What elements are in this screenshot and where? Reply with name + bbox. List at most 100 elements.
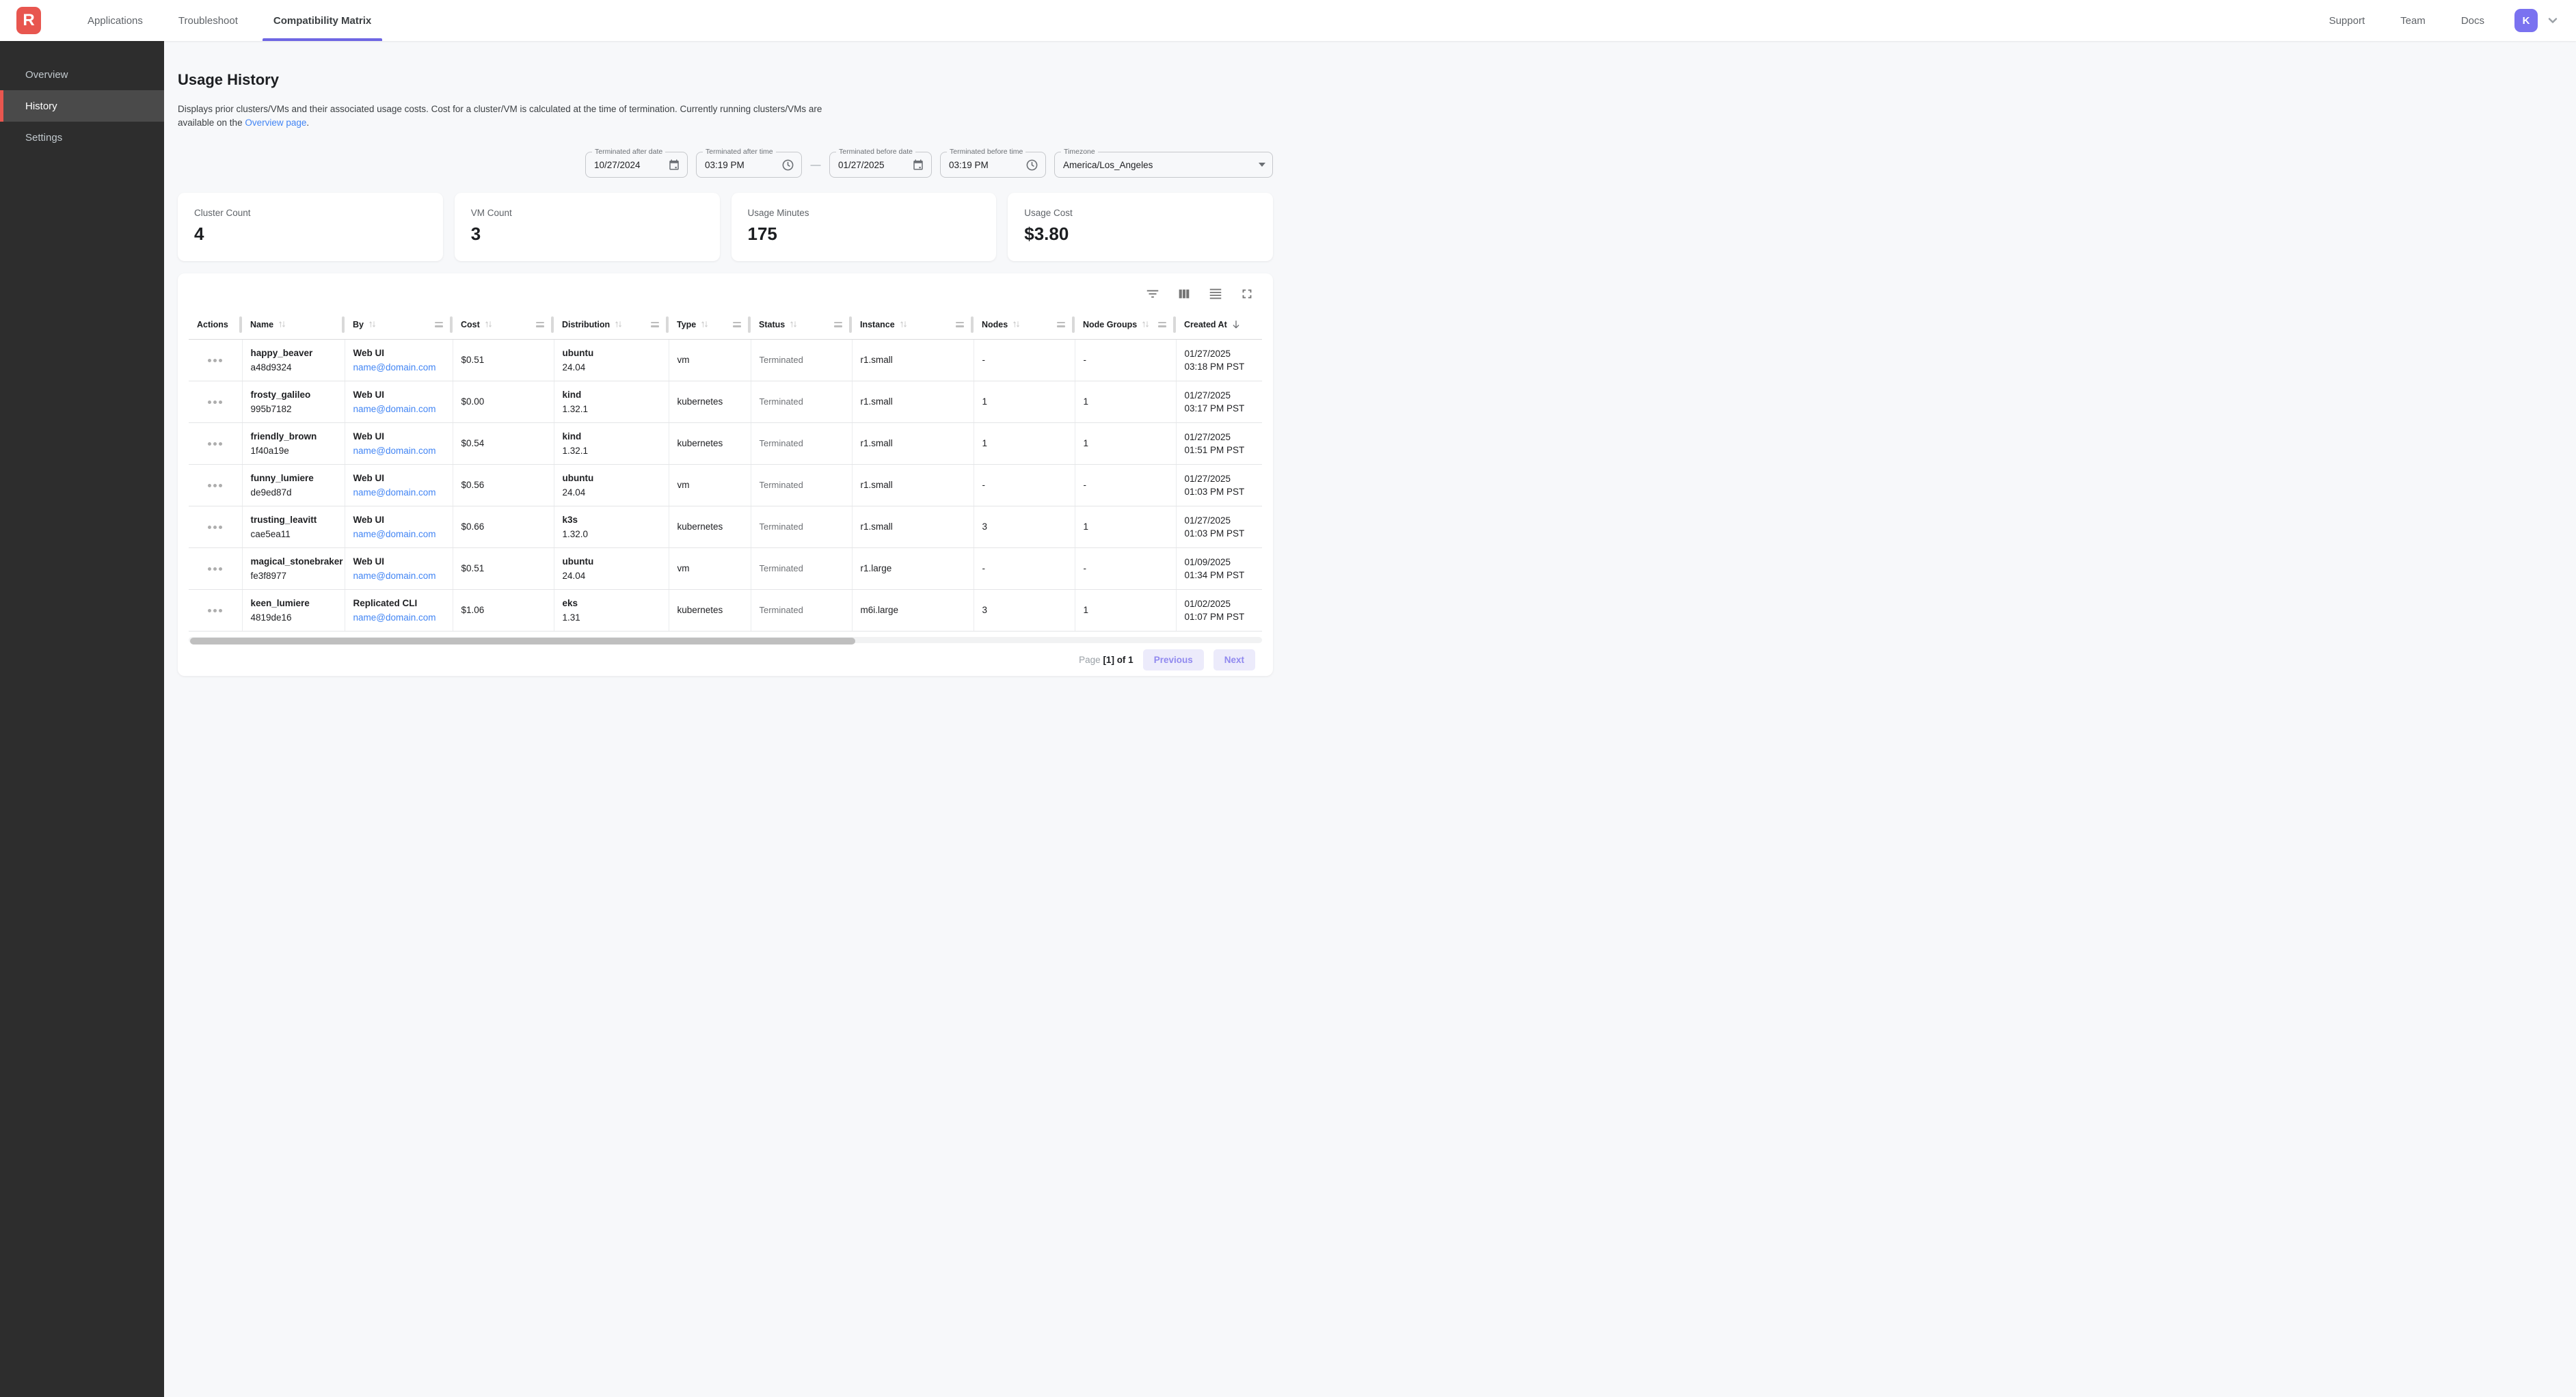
stat-card: Usage Minutes 175 (732, 193, 997, 261)
drag-handle-icon[interactable] (1158, 322, 1166, 327)
table-row: frosty_galileo 995b7182 Web UI name@doma… (189, 381, 1262, 422)
created-date: 01/27/2025 (1185, 389, 1257, 402)
drag-handle-icon[interactable] (956, 322, 964, 327)
drag-handle-icon[interactable] (536, 322, 544, 327)
email-link[interactable]: name@domain.com (353, 571, 436, 581)
terminated-after-date-value[interactable]: 10/27/2024 (594, 160, 662, 170)
sidebar-item-history[interactable]: History (0, 90, 164, 122)
email-link[interactable]: name@domain.com (353, 362, 436, 372)
tab-compatibility-matrix[interactable]: Compatibility Matrix (256, 0, 389, 41)
distribution-name: ubuntu (563, 348, 663, 358)
cell-nodes: - (974, 464, 1075, 506)
avatar[interactable]: K (2514, 9, 2538, 32)
row-actions-button[interactable] (204, 438, 226, 450)
sidebar-item-overview[interactable]: Overview (0, 59, 164, 90)
terminated-before-time-value[interactable]: 03:19 PM (949, 160, 1020, 170)
sort-icon[interactable] (898, 319, 909, 329)
tab-troubleshoot[interactable]: Troubleshoot (161, 0, 256, 41)
drag-handle-icon[interactable] (435, 322, 443, 327)
column-header-cost[interactable]: Cost (453, 310, 554, 339)
docs-link[interactable]: Docs (2446, 15, 2499, 27)
row-actions-button[interactable] (204, 396, 226, 408)
sort-desc-icon[interactable] (1231, 319, 1242, 330)
terminated-before-time-field[interactable]: Terminated before time 03:19 PM (940, 152, 1046, 178)
density-icon[interactable] (1206, 284, 1225, 303)
table-body: happy_beaver a48d9324 Web UI name@domain… (189, 339, 1262, 631)
columns-icon[interactable] (1175, 284, 1194, 303)
drag-handle-icon[interactable] (651, 322, 659, 327)
column-header-name[interactable]: Name (242, 310, 345, 339)
email-link[interactable]: name@domain.com (353, 446, 436, 456)
horizontal-scrollbar[interactable] (189, 637, 1262, 644)
created-by-source: Web UI (353, 556, 447, 567)
cell-by: Web UI name@domain.com (345, 339, 453, 381)
terminated-before-date-field[interactable]: Terminated before date 01/27/2025 (829, 152, 932, 178)
row-actions-button[interactable] (204, 521, 226, 533)
fullscreen-icon[interactable] (1237, 284, 1257, 303)
sort-icon[interactable] (1140, 319, 1151, 329)
cell-type: kubernetes (669, 589, 751, 631)
created-time: 03:18 PM PST (1185, 360, 1257, 373)
cell-instance: r1.large (852, 547, 974, 589)
column-header-nodes[interactable]: Nodes (974, 310, 1075, 339)
row-actions-button[interactable] (204, 480, 226, 491)
cell-cost: $0.51 (453, 339, 554, 381)
cell-name: funny_lumiere de9ed87d (242, 464, 345, 506)
column-header-instance[interactable]: Instance (852, 310, 974, 339)
filter-icon[interactable] (1143, 284, 1162, 303)
email-link[interactable]: name@domain.com (353, 487, 436, 498)
distribution-name: kind (563, 431, 663, 442)
timezone-select[interactable]: Timezone America/Los_Angeles (1054, 152, 1273, 178)
next-page-button[interactable]: Next (1213, 649, 1255, 670)
created-date: 01/27/2025 (1185, 431, 1257, 444)
sort-icon[interactable] (613, 319, 623, 329)
team-link[interactable]: Team (2385, 15, 2441, 27)
sort-icon[interactable] (788, 319, 799, 329)
clock-icon[interactable] (781, 159, 794, 172)
stat-card: Usage Cost $3.80 (1008, 193, 1273, 261)
distribution-name: ubuntu (563, 473, 663, 483)
clock-icon[interactable] (1025, 159, 1038, 172)
sort-icon[interactable] (699, 319, 710, 329)
created-date: 01/02/2025 (1185, 597, 1257, 610)
calendar-icon[interactable] (668, 159, 680, 171)
column-header-type[interactable]: Type (669, 310, 751, 339)
email-link[interactable]: name@domain.com (353, 404, 436, 414)
sidebar-item-settings[interactable]: Settings (0, 122, 164, 153)
terminated-after-time-field[interactable]: Terminated after time 03:19 PM (696, 152, 802, 178)
column-header-node-groups[interactable]: Node Groups (1075, 310, 1176, 339)
sort-icon[interactable] (277, 319, 287, 329)
email-link[interactable]: name@domain.com (353, 529, 436, 539)
row-actions-button[interactable] (204, 605, 226, 616)
overview-page-link[interactable]: Overview page (245, 118, 306, 128)
row-actions-button[interactable] (204, 563, 226, 575)
table-row: friendly_brown 1f40a19e Web UI name@doma… (189, 422, 1262, 464)
sort-icon[interactable] (483, 319, 494, 329)
column-header-created-at[interactable]: Created At (1176, 310, 1262, 339)
previous-page-button[interactable]: Previous (1143, 649, 1204, 670)
status-badge: Terminated (760, 563, 803, 573)
email-link[interactable]: name@domain.com (353, 612, 436, 623)
row-actions-button[interactable] (204, 355, 226, 366)
sort-icon[interactable] (367, 319, 377, 329)
support-link[interactable]: Support (2314, 15, 2380, 27)
terminated-after-time-value[interactable]: 03:19 PM (705, 160, 776, 170)
cell-instance: r1.small (852, 339, 974, 381)
cell-distribution: eks 1.31 (554, 589, 669, 631)
main-content: Usage History Displays prior clusters/VM… (164, 41, 1288, 698)
scrollbar-thumb[interactable] (190, 638, 855, 645)
terminated-before-date-value[interactable]: 01/27/2025 (838, 160, 907, 170)
cell-actions (189, 422, 242, 464)
sort-icon[interactable] (1011, 319, 1021, 329)
replicated-logo[interactable]: R (16, 7, 41, 34)
drag-handle-icon[interactable] (1057, 322, 1065, 327)
drag-handle-icon[interactable] (834, 322, 842, 327)
drag-handle-icon[interactable] (733, 322, 741, 327)
column-header-status[interactable]: Status (751, 310, 852, 339)
column-header-distribution[interactable]: Distribution (554, 310, 669, 339)
calendar-icon[interactable] (912, 159, 924, 171)
column-header-by[interactable]: By (345, 310, 453, 339)
tab-applications[interactable]: Applications (70, 0, 161, 41)
terminated-after-date-field[interactable]: Terminated after date 10/27/2024 (585, 152, 688, 178)
chevron-down-icon[interactable] (2547, 15, 2558, 26)
